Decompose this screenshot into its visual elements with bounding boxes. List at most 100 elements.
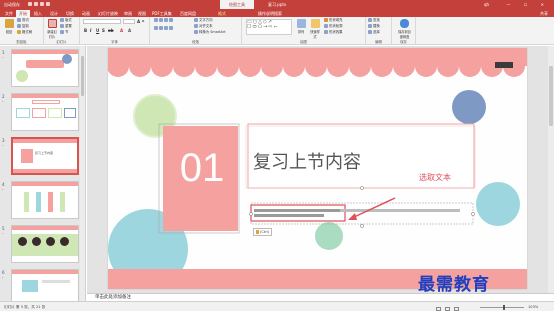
thumbnail-slide-1[interactable]: 1 * bbox=[0, 48, 85, 88]
numbering-icon bbox=[159, 18, 163, 22]
slide-title[interactable]: 复习上节内容 bbox=[253, 148, 361, 174]
thumbnail-slide-6[interactable]: 6 * bbox=[0, 268, 85, 301]
format-painter-button[interactable]: 格式刷 bbox=[17, 30, 32, 35]
selected-text-line-1 bbox=[254, 209, 340, 212]
arrange-icon bbox=[296, 19, 306, 28]
navy-circle bbox=[452, 90, 486, 124]
decrease-font-icon[interactable]: A bbox=[142, 19, 144, 23]
user-name[interactable]: qh bbox=[484, 2, 489, 7]
font-name-box[interactable] bbox=[83, 19, 121, 24]
undo-icon[interactable] bbox=[34, 2, 38, 6]
section-icon bbox=[60, 30, 64, 34]
tab-pdf-tools[interactable]: PDF工具集 bbox=[152, 10, 172, 17]
slide-canvas[interactable]: 01 复习上节内容 (Ctrl) bbox=[108, 48, 527, 289]
start-slideshow-icon[interactable] bbox=[46, 2, 50, 6]
align-buttons[interactable] bbox=[154, 26, 174, 31]
line-spacing-icon bbox=[169, 18, 173, 22]
window-controls[interactable]: — ☐ ✕ bbox=[507, 2, 550, 7]
smartart-button[interactable]: 转换为 SmartArt bbox=[194, 30, 226, 35]
align-left-icon bbox=[154, 26, 158, 30]
find-button[interactable]: 查找 bbox=[368, 18, 380, 23]
paste-button[interactable]: 粘贴 bbox=[3, 19, 15, 38]
arrange-button[interactable]: 排列 bbox=[295, 19, 307, 38]
font-group: A A B I U S ab A A 字体 bbox=[80, 17, 150, 45]
select-icon bbox=[368, 30, 372, 34]
resize-handle-right[interactable] bbox=[471, 212, 475, 216]
new-slide-button[interactable]: 新建幻灯片 bbox=[46, 19, 58, 39]
tab-insert[interactable]: 插入 bbox=[34, 10, 42, 17]
thumbnail-slide-5[interactable]: 5 * bbox=[0, 224, 85, 264]
shapes-gallery[interactable]: ▭○△◇↗⌒ ☐⬭⬠→⇨⌐ bbox=[246, 19, 292, 35]
resize-handle-bottom[interactable] bbox=[360, 224, 364, 228]
annotation-arrow bbox=[351, 197, 396, 219]
italic-button[interactable]: I bbox=[90, 28, 92, 33]
zoom-slider-knob[interactable] bbox=[503, 305, 505, 310]
tab-slideshow[interactable]: 幻灯片放映 bbox=[98, 10, 118, 17]
normal-view-icon[interactable] bbox=[436, 307, 441, 311]
align-text-button[interactable]: 对齐文本 bbox=[194, 24, 213, 29]
right-blue-circle bbox=[476, 182, 520, 226]
replace-button[interactable]: 替换 bbox=[368, 24, 380, 29]
shape-fill-button[interactable]: 形状填充 bbox=[324, 18, 343, 23]
bold-button[interactable]: B bbox=[84, 28, 87, 33]
underline-button[interactable]: U bbox=[96, 28, 99, 33]
reset-button[interactable]: 重置 bbox=[60, 24, 72, 29]
thumbnail-slide-4[interactable]: 4 * bbox=[0, 180, 85, 220]
copy-button[interactable]: 复制 bbox=[17, 24, 29, 29]
clear-format-icon[interactable]: A bbox=[128, 28, 131, 33]
select-button[interactable]: 选择 bbox=[368, 30, 380, 35]
font-size-box[interactable] bbox=[123, 19, 135, 24]
tell-me-search[interactable]: 操作说明搜索 bbox=[258, 10, 282, 17]
share-button[interactable]: 共享 bbox=[540, 10, 548, 17]
save-icon[interactable] bbox=[28, 2, 32, 6]
clipboard-group: 粘贴 剪切 复制 格式刷 剪贴板 bbox=[0, 17, 44, 45]
editor-scrollbar[interactable] bbox=[548, 46, 554, 293]
save-group: 保存到百度网盘 保存 bbox=[392, 17, 416, 45]
drawing-group-label: 绘图 bbox=[300, 40, 307, 44]
font-group-label: 字体 bbox=[111, 40, 118, 44]
text-line-3 bbox=[340, 209, 460, 212]
strikethrough-button[interactable]: ab bbox=[108, 28, 114, 33]
tab-transitions[interactable]: 切换 bbox=[66, 10, 74, 17]
font-color-icon[interactable]: A bbox=[120, 28, 123, 33]
quick-styles-button[interactable]: 快速样式 bbox=[309, 19, 321, 39]
tab-baidu-netdisk[interactable]: 百度网盘 bbox=[180, 10, 196, 17]
align-center-icon bbox=[159, 26, 163, 30]
tab-format[interactable]: 格式 bbox=[218, 10, 226, 17]
thumbnail-slide-3[interactable]: 3 * 复习上节内容 bbox=[0, 136, 85, 176]
clipboard-icon bbox=[256, 230, 259, 234]
autosave-label[interactable]: 自动保存 bbox=[4, 2, 20, 8]
shadow-button[interactable]: S bbox=[102, 28, 105, 33]
tab-home[interactable]: 开始 bbox=[16, 10, 30, 17]
shape-effects-button[interactable]: 形状效果 bbox=[324, 30, 343, 35]
tab-review[interactable]: 审阅 bbox=[124, 10, 132, 17]
layout-button[interactable]: 版式 bbox=[60, 18, 72, 23]
paste-icon bbox=[4, 19, 14, 28]
effects-icon bbox=[324, 30, 328, 34]
ribbon: 粘贴 剪切 复制 格式刷 剪贴板 新建幻灯片 版式 重置 节 幻灯片 A A B… bbox=[0, 17, 554, 45]
bullets-buttons[interactable] bbox=[154, 18, 174, 23]
resize-handle-left[interactable] bbox=[249, 212, 253, 216]
text-direction-button[interactable]: 文字方向 bbox=[194, 18, 213, 23]
rotate-handle[interactable] bbox=[360, 186, 364, 190]
thumbnail-slide-2[interactable]: 2 * bbox=[0, 92, 85, 132]
tab-file[interactable]: 文件 bbox=[5, 10, 13, 17]
zoom-slider[interactable] bbox=[480, 307, 524, 308]
section-button[interactable]: 节 bbox=[60, 30, 68, 35]
slide-thumbnails-pane: 1 * 2 * 3 * 复习上节内容 4 * 5 * 6 * bbox=[0, 46, 86, 301]
save-to-baidu-button[interactable]: 保存到百度网盘 bbox=[397, 19, 412, 39]
increase-font-icon[interactable]: A bbox=[137, 19, 140, 24]
bullets-icon bbox=[154, 18, 158, 22]
paste-options-button[interactable]: (Ctrl) bbox=[253, 228, 273, 236]
reading-view-icon[interactable] bbox=[454, 307, 459, 311]
cut-button[interactable]: 剪切 bbox=[17, 18, 29, 23]
tab-animations[interactable]: 动画 bbox=[82, 10, 90, 17]
redo-icon[interactable] bbox=[40, 2, 44, 6]
title-bar: 自动保存 绘图工具 复习.pptx qh — ☐ ✕ bbox=[0, 0, 554, 9]
sorter-view-icon[interactable] bbox=[445, 307, 450, 311]
slide-corner-logo bbox=[495, 62, 513, 68]
shape-outline-button[interactable]: 形状轮廓 bbox=[324, 24, 343, 29]
thumbnails-scrollbar[interactable] bbox=[80, 46, 85, 301]
tab-view[interactable]: 视图 bbox=[138, 10, 146, 17]
tab-design[interactable]: 设计 bbox=[50, 10, 58, 17]
